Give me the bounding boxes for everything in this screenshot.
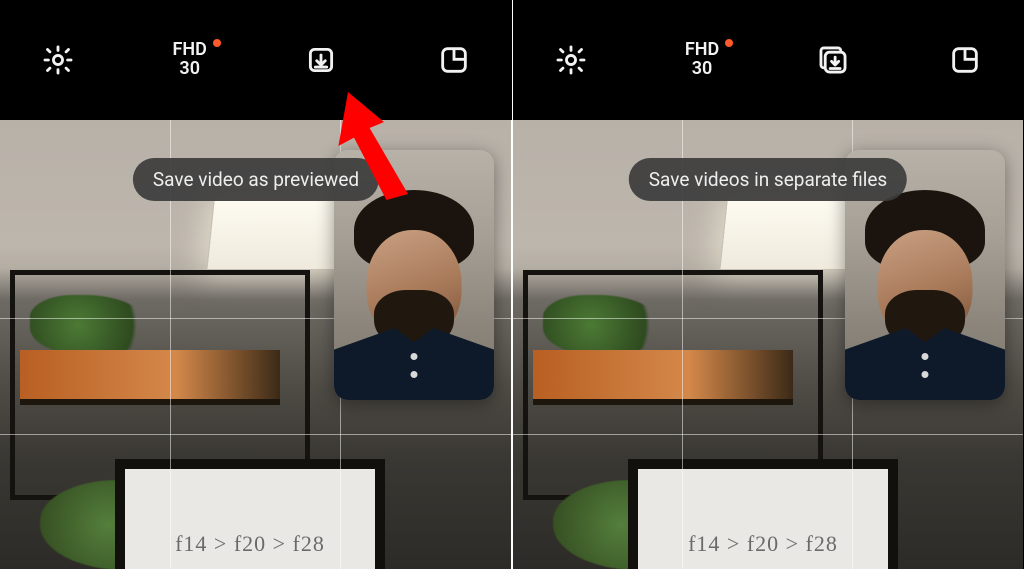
- whiteboard: f14 > f20 > f28: [628, 459, 898, 569]
- whiteboard: f14 > f20 > f28: [115, 459, 385, 569]
- camera-viewfinder[interactable]: f14 > f20 > f28 Save video as previewed: [0, 120, 512, 569]
- layout-pip-icon[interactable]: [947, 42, 983, 78]
- camera-top-bar: FHD 30: [513, 0, 1023, 120]
- resolution-line2: 30: [173, 60, 207, 79]
- layout-pip-icon[interactable]: [436, 42, 472, 78]
- gear-icon[interactable]: [553, 42, 589, 78]
- screenshot-left: FHD 30 f14 > f20 > f28 Save video as pre…: [0, 0, 512, 569]
- save-mode-tooltip: Save videos in separate files: [629, 158, 907, 201]
- resolution-indicator[interactable]: FHD 30: [685, 41, 719, 79]
- screenshot-right: FHD 30 f14 > f20 > f28: [511, 0, 1023, 569]
- resolution-line2: 30: [685, 60, 719, 79]
- tooltip-text: Save video as previewed: [153, 168, 359, 191]
- gear-icon[interactable]: [40, 42, 76, 78]
- whiteboard-text: f14 > f20 > f28: [175, 531, 325, 557]
- save-mode-tooltip: Save video as previewed: [133, 158, 379, 201]
- recording-dot-icon: [725, 39, 733, 47]
- save-single-icon[interactable]: [303, 42, 339, 78]
- resolution-indicator[interactable]: FHD 30: [173, 41, 207, 79]
- whiteboard-text: f14 > f20 > f28: [688, 531, 838, 557]
- tooltip-text: Save videos in separate files: [649, 168, 887, 191]
- camera-viewfinder[interactable]: f14 > f20 > f28 Save videos in separate …: [513, 120, 1023, 569]
- recording-dot-icon: [213, 39, 221, 47]
- save-separate-icon[interactable]: [815, 42, 851, 78]
- camera-top-bar: FHD 30: [0, 0, 512, 120]
